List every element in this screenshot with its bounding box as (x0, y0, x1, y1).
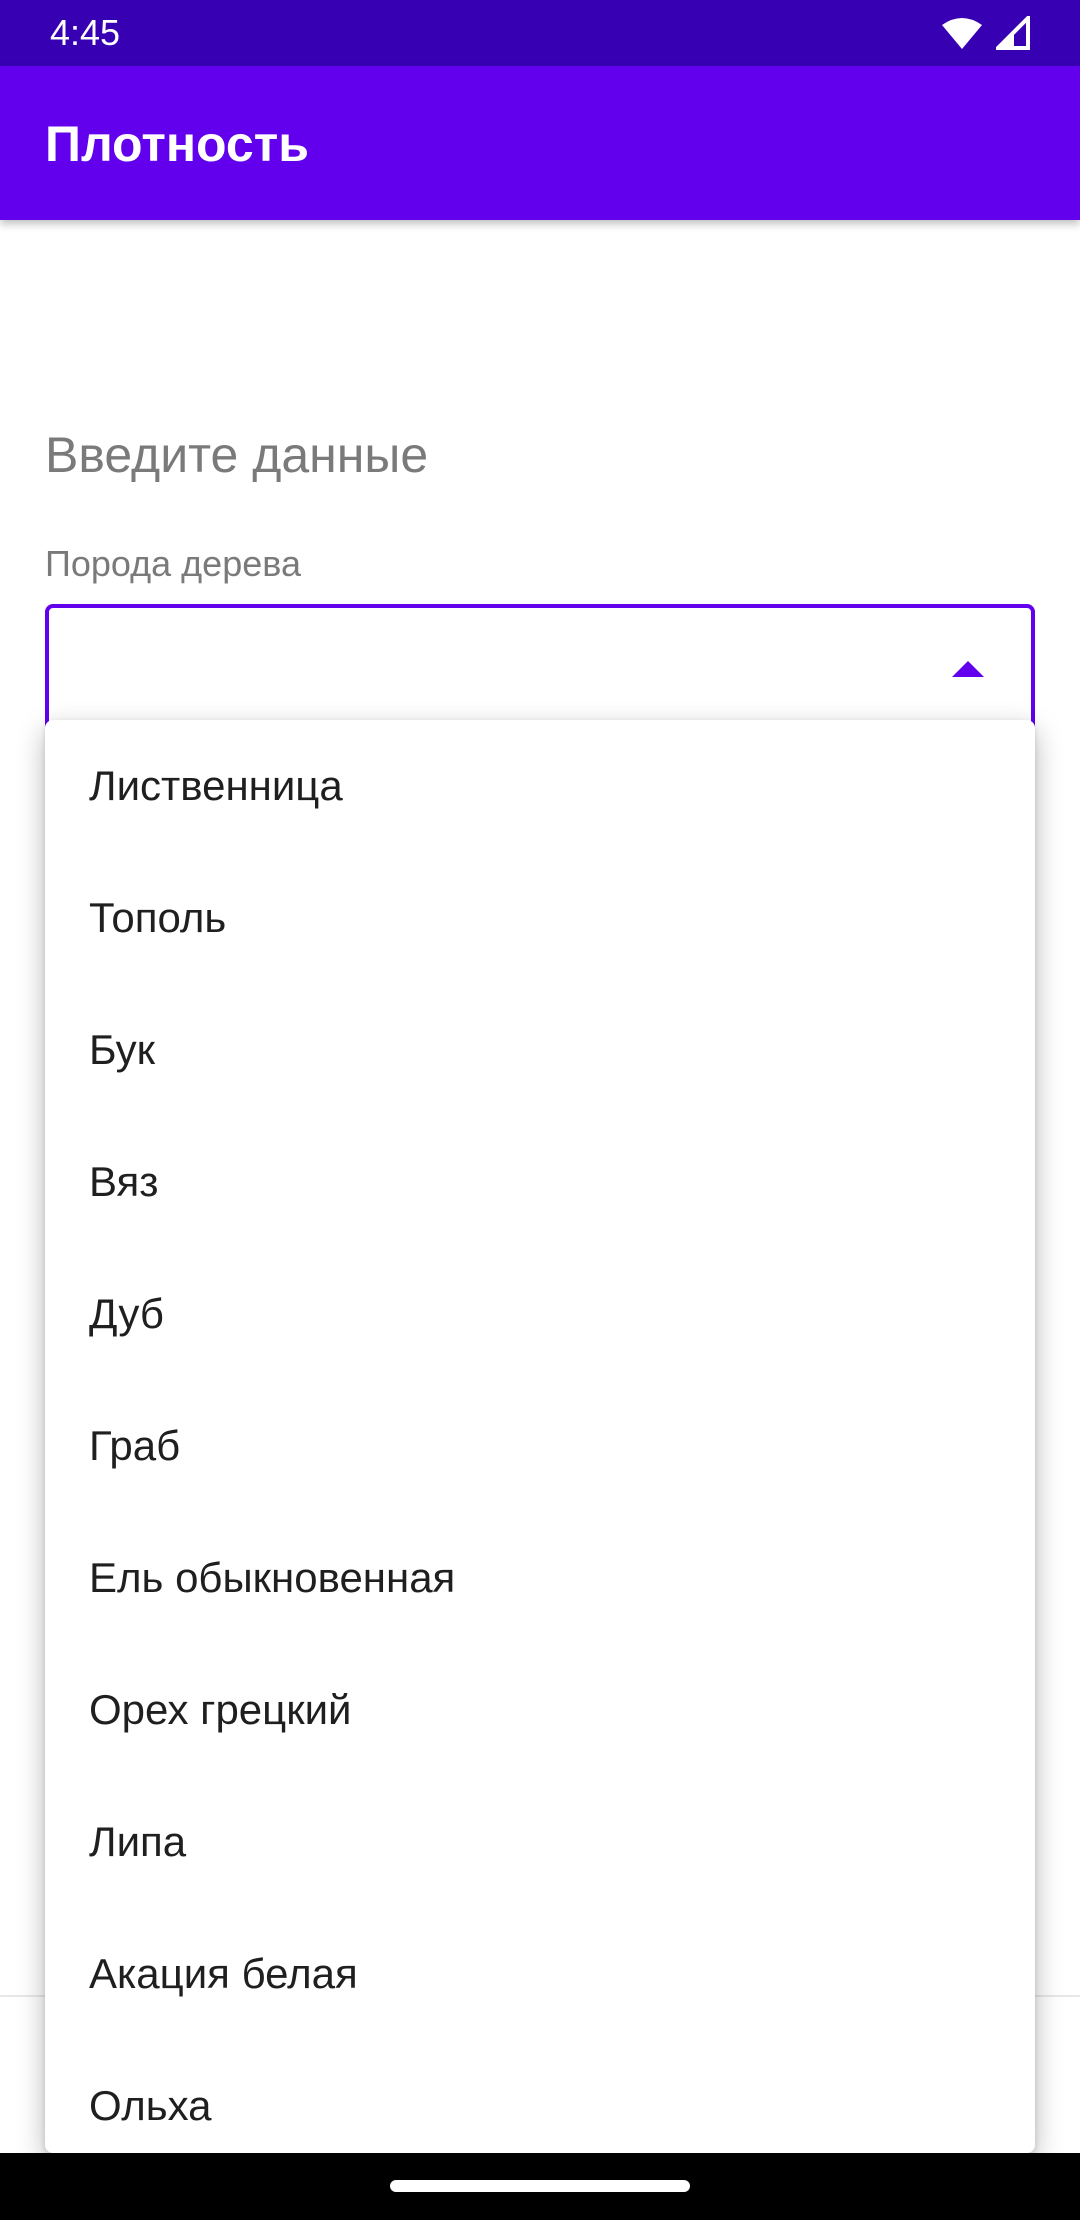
status-icons (942, 16, 1030, 50)
home-gesture-handle[interactable] (390, 2180, 690, 2192)
dropdown-menu: Лиственница Тополь Бук Вяз Дуб Граб Ель … (45, 720, 1035, 2153)
status-time: 4:45 (50, 12, 121, 53)
menu-item[interactable]: Ольха (45, 2040, 1035, 2153)
menu-item[interactable]: Акация белая (45, 1908, 1035, 2040)
section-title: Введите данные (45, 427, 429, 483)
app-title: Плотность (45, 116, 309, 172)
dropdown-arrow-icon[interactable] (950, 659, 986, 679)
wifi-icon (942, 18, 982, 49)
menu-item[interactable]: Тополь (45, 852, 1035, 984)
app-bar: Плотность (0, 66, 1080, 220)
menu-item[interactable]: Бук (45, 984, 1035, 1116)
cell-signal-icon (996, 16, 1030, 50)
menu-item[interactable]: Лиственница (45, 720, 1035, 852)
menu-item[interactable]: Орех грецкий (45, 1644, 1035, 1776)
menu-item[interactable]: Ель обыкновенная (45, 1512, 1035, 1644)
menu-item[interactable]: Граб (45, 1380, 1035, 1512)
menu-item[interactable]: Вяз (45, 1116, 1035, 1248)
menu-item[interactable]: Дуб (45, 1248, 1035, 1380)
menu-item[interactable]: Липа (45, 1776, 1035, 1908)
status-bar: 4:45 (0, 0, 1080, 66)
field-label: Порода дерева (45, 543, 301, 584)
